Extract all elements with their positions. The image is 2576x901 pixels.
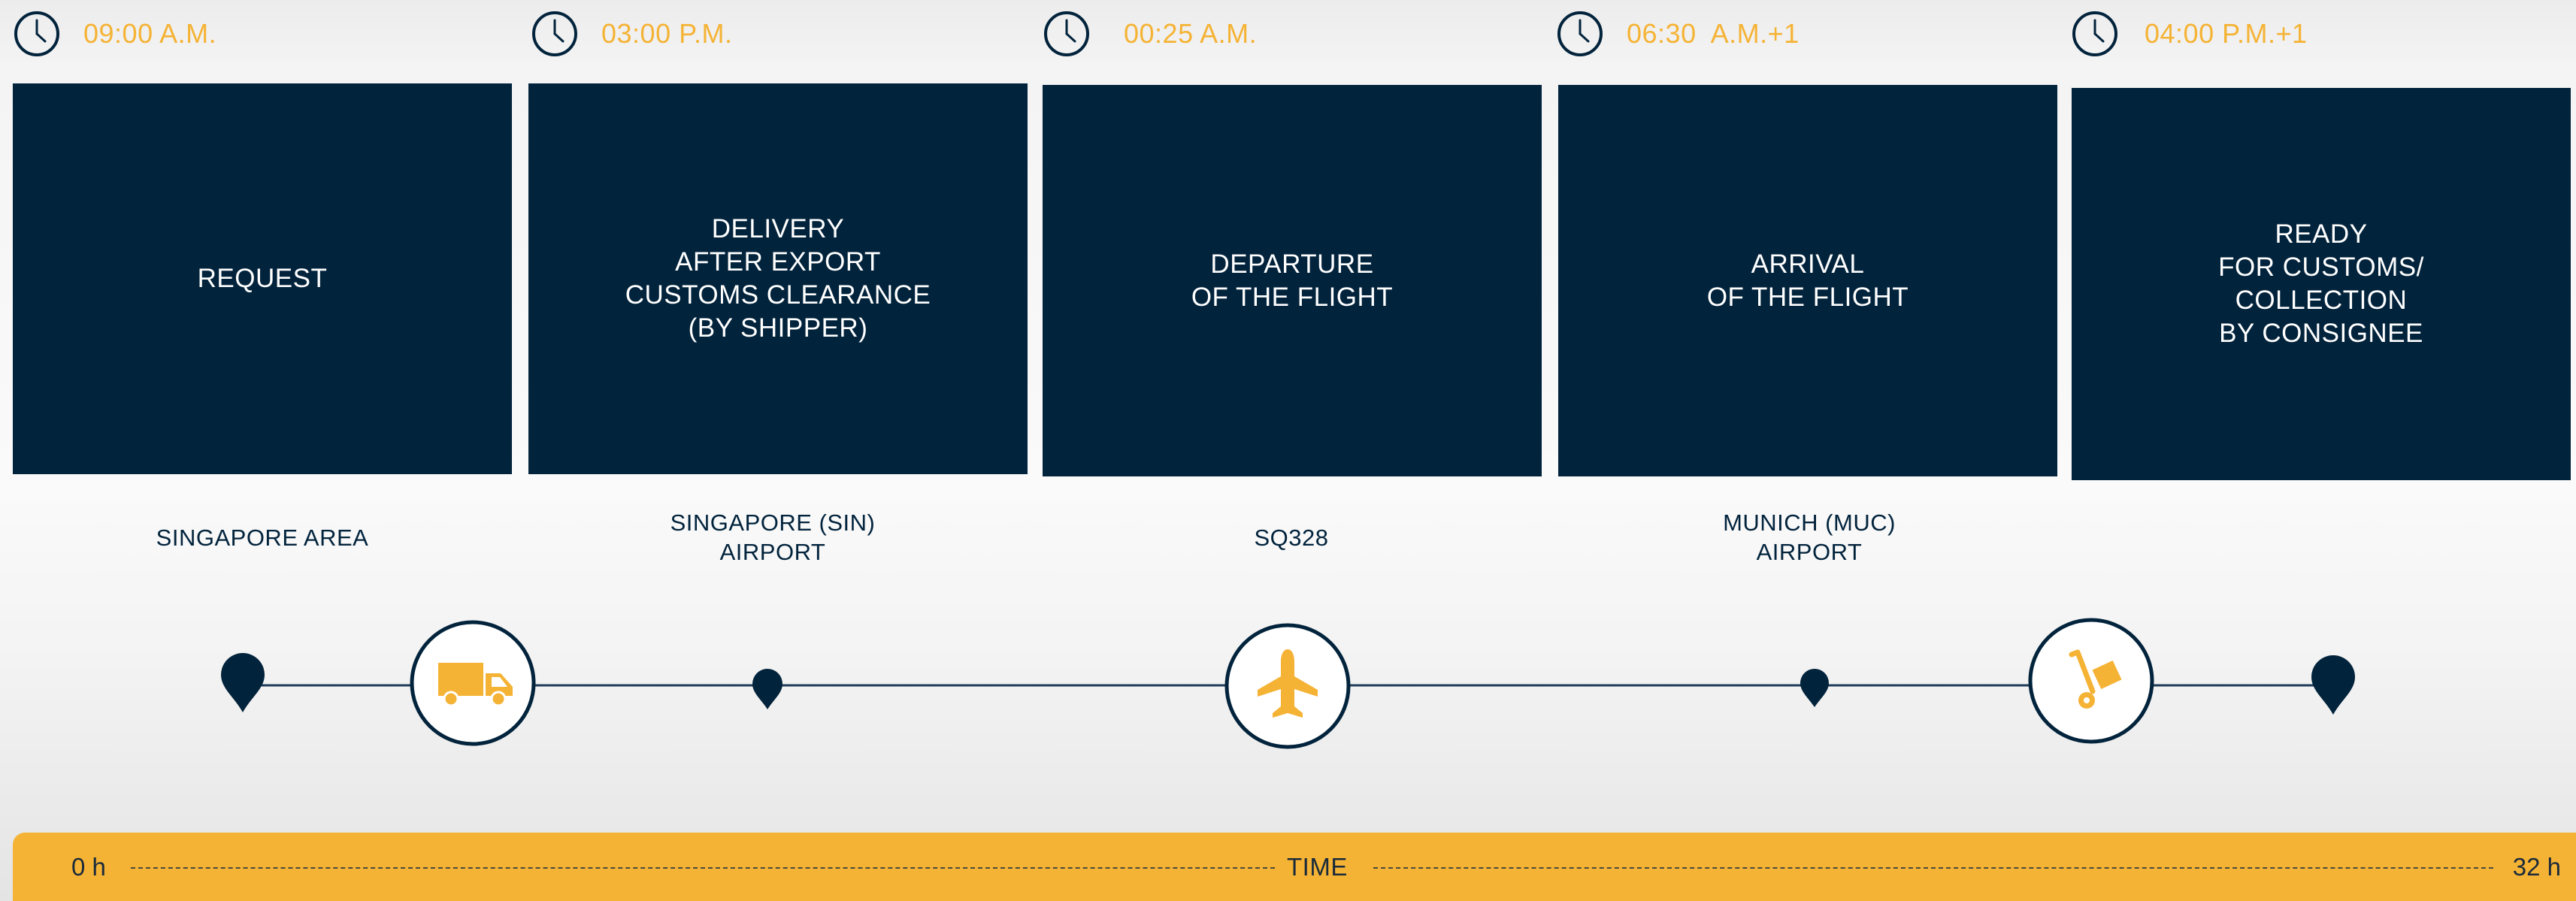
location-label-singapore-area: SINGAPORE AREA	[156, 524, 369, 551]
truck-icon	[410, 620, 536, 746]
time-axis-dash-left	[131, 867, 1275, 869]
time-item-5: 04:00 P.M.+1	[2071, 8, 2308, 60]
step-time: 06:30 A.M.+1	[1627, 18, 1800, 49]
step-box-departure: DEPARTURE OF THE FLIGHT	[1043, 85, 1542, 476]
time-axis-dash-right	[1373, 867, 2493, 869]
time-row: 09:00 A.M. 03:00 P.M. 00:25 A.M. 06:30 A…	[0, 0, 2576, 75]
clock-icon	[14, 11, 59, 56]
location-pin-icon	[1800, 668, 1829, 707]
clock-icon	[1557, 11, 1603, 56]
step-title: READY FOR CUSTOMS/ COLLECTION BY CONSIGN…	[2218, 219, 2424, 348]
time-axis-label: TIME	[1287, 853, 1348, 881]
location-pin-icon	[752, 669, 782, 709]
clock-icon	[1044, 11, 1089, 56]
location-label-flight: SQ328	[1254, 524, 1329, 551]
clock-icon	[532, 11, 577, 56]
step-time: 00:25 A.M.	[1124, 18, 1258, 49]
route-diagram	[221, 618, 2355, 749]
airplane-icon	[1224, 623, 1351, 749]
location-label-sin-airport: SINGAPORE (SIN) AIRPORT	[670, 509, 876, 565]
time-item-4: 06:30 A.M.+1	[1556, 8, 1800, 60]
time-item-2: 03:00 P.M.	[531, 8, 732, 60]
location-pin-icon	[221, 653, 265, 712]
time-item-1: 09:00 A.M.	[13, 8, 216, 60]
hand-truck-icon	[2028, 618, 2154, 744]
time-axis-start: 0 h	[71, 853, 106, 881]
step-title: ARRIVAL OF THE FLIGHT	[1706, 249, 1909, 312]
step-box-delivery: DELIVERY AFTER EXPORT CUSTOMS CLEARANCE …	[528, 83, 1028, 474]
time-item-3: 00:25 A.M.	[1043, 8, 1257, 60]
step-title: DEPARTURE OF THE FLIGHT	[1191, 249, 1394, 312]
step-title: REQUEST	[197, 264, 328, 293]
step-box-arrival: ARRIVAL OF THE FLIGHT	[1558, 85, 2057, 476]
step-box-request: REQUEST	[13, 83, 512, 474]
step-time: 04:00 P.M.+1	[2145, 18, 2308, 49]
step-box-ready: READY FOR CUSTOMS/ COLLECTION BY CONSIGN…	[2072, 88, 2571, 480]
location-pin-icon	[2311, 655, 2355, 715]
time-axis-end: 32 h	[2512, 853, 2561, 881]
time-axis-bar: 0 h TIME 32 h	[13, 833, 2576, 901]
step-time: 03:00 P.M.	[601, 18, 733, 49]
clock-icon	[2072, 11, 2117, 56]
location-label-muc-airport: MUNICH (MUC) AIRPORT	[1723, 509, 1896, 565]
step-title: DELIVERY AFTER EXPORT CUSTOMS CLEARANCE …	[625, 214, 931, 343]
step-time: 09:00 A.M.	[83, 18, 217, 49]
